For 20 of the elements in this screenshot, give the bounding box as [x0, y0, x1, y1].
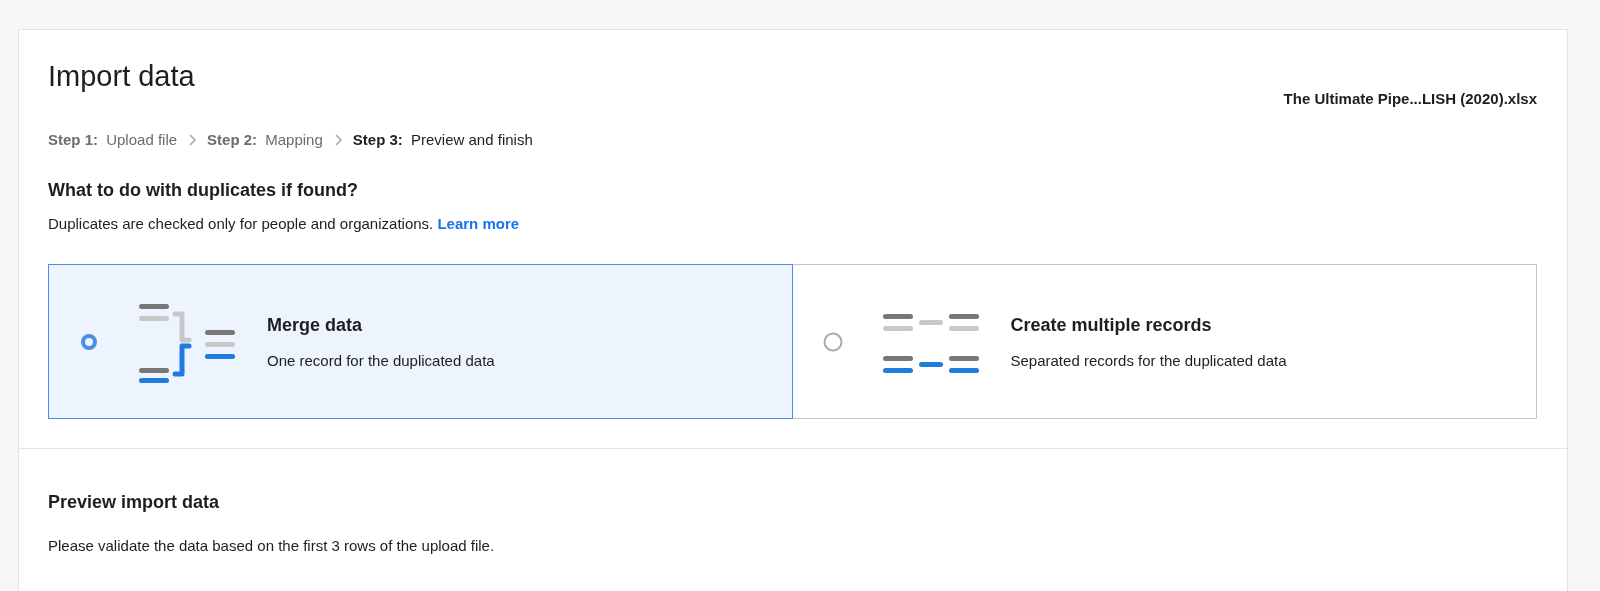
file-name: The Ultimate Pipe...LISH (2020).xlsx	[1283, 90, 1537, 107]
chevron-right-icon	[332, 133, 343, 146]
option-title: Create multiple records	[1010, 314, 1213, 336]
section-description: Please validate the data based on the first 3 rows of the upload file.	[48, 537, 496, 554]
chevron-right-icon	[187, 133, 198, 146]
option-card[interactable]: Merge data One record for the duplicated data	[48, 264, 793, 419]
section-description: Duplicates are checked only for people and organizations.	[48, 215, 434, 232]
section-heading: What to do with duplicates if found?	[48, 180, 359, 201]
option-description: Separated records for the duplicated data	[1010, 351, 1287, 369]
radio-button[interactable]	[79, 331, 99, 352]
step-indicator: Step 1: Upload file	[48, 131, 178, 148]
page-title: Import data	[48, 60, 195, 93]
section-heading: Preview import data	[48, 492, 221, 513]
step-indicator: Step 2: Mapping	[207, 131, 323, 148]
step-indicator: Step 3: Preview and finish	[352, 131, 533, 148]
option-card[interactable]: Create multiple records Separated records for the duplicated data	[792, 264, 1537, 419]
radio-button[interactable]	[822, 331, 843, 352]
option-description: One record for the duplicated data	[267, 351, 495, 369]
option-title: Merge data	[267, 314, 364, 336]
learn-more-link[interactable]: Learn more	[437, 215, 520, 232]
